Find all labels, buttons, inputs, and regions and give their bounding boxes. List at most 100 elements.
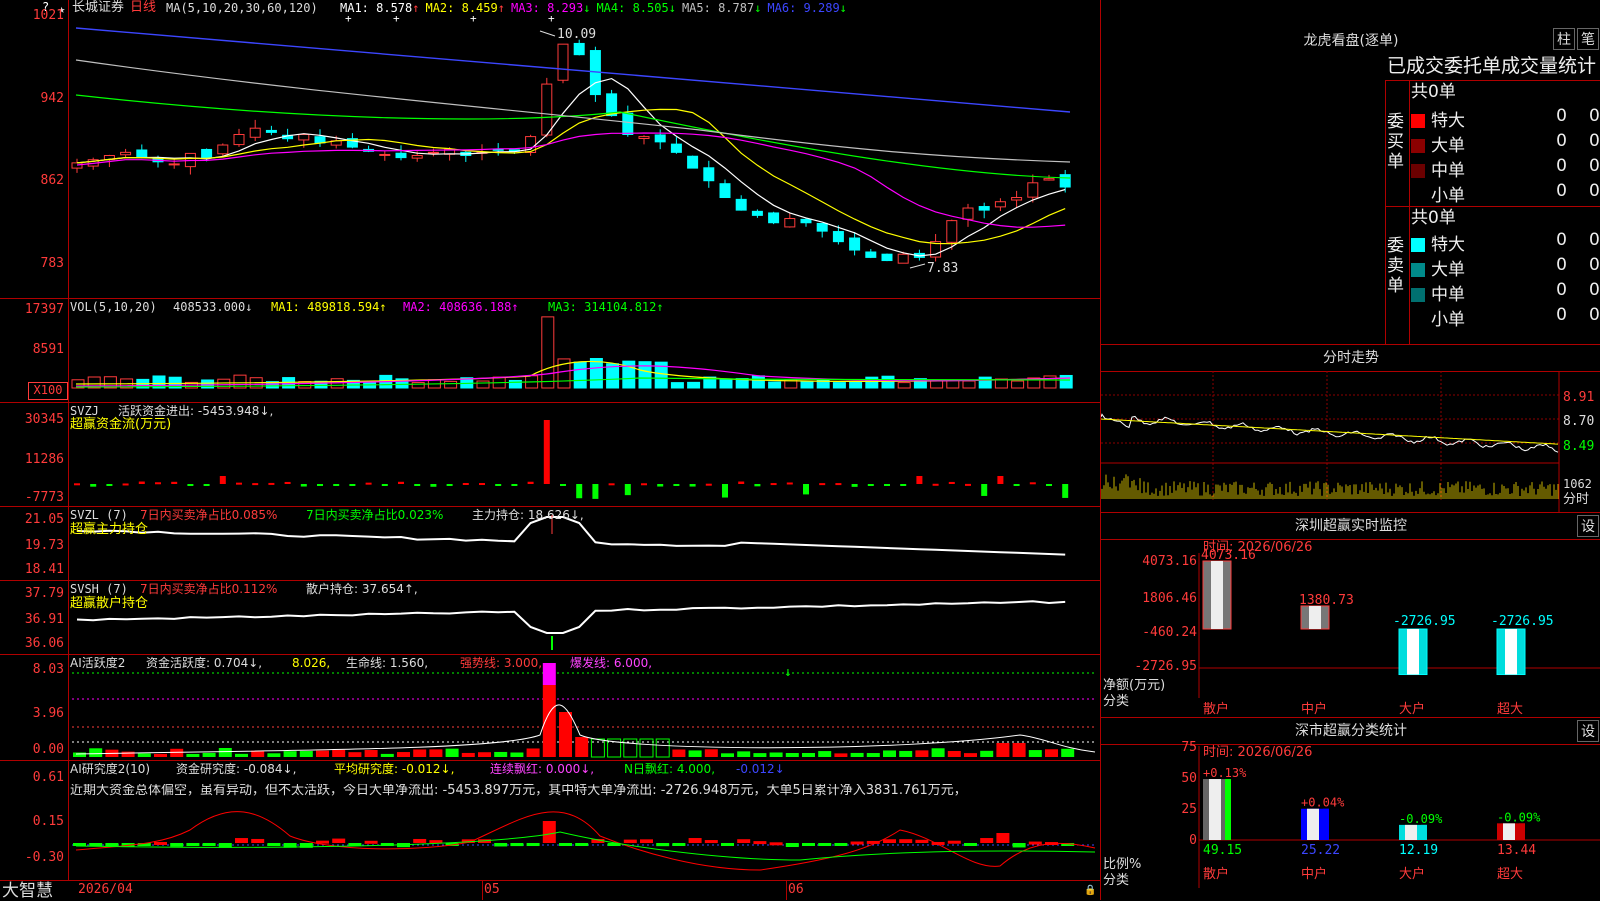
order-percent: 0% <box>1589 280 1600 300</box>
svzj-bar <box>705 483 712 486</box>
svzj-bar <box>560 484 566 486</box>
intraday-panel[interactable]: 分时走势 8.91 8.70 8.49 1062 分时 <box>1101 345 1600 513</box>
ma-arrow: ↓ <box>754 1 762 15</box>
svzj-bar <box>641 483 647 486</box>
ma-arrow: ↓ <box>583 1 591 15</box>
ai2-bar <box>235 838 248 843</box>
volume-bar <box>849 381 863 389</box>
ai2-bar <box>704 840 718 844</box>
y-axis-label: -0.30 <box>24 850 64 865</box>
svzj-bar <box>786 482 793 485</box>
ai1-bar <box>73 752 86 757</box>
y-axis-label: 18.41 <box>24 562 64 577</box>
ai1-bar <box>494 751 508 757</box>
candle-body <box>832 231 844 243</box>
candle-body <box>670 143 682 153</box>
panel-separator <box>0 880 1100 881</box>
order-percent: 0% <box>1589 305 1600 325</box>
svzj-bar <box>430 484 437 487</box>
svzj-bar <box>203 484 210 486</box>
kline-chart-area[interactable]: + + + + ↓ ★ 长城证券 日线 MA(5,10,20,30,60,120) M… <box>0 0 1100 900</box>
candle-body <box>897 253 909 264</box>
sz-stats-bar <box>1399 824 1427 840</box>
volume-bar <box>978 376 992 389</box>
order-row: 特大 0 0% <box>1411 106 1600 131</box>
ai1-bar <box>1028 750 1042 757</box>
ai1-bar <box>802 752 815 757</box>
bar-mode-button[interactable]: 柱 <box>1553 28 1575 50</box>
y-axis-line <box>68 0 69 880</box>
volume-bar <box>1011 380 1025 389</box>
ai2-bar <box>1028 841 1042 845</box>
candle-body <box>1011 197 1023 201</box>
order-percent: 0% <box>1589 255 1600 275</box>
order-percent: 0% <box>1589 156 1600 176</box>
ai2-bar <box>526 843 540 847</box>
y-axis-label: 942 <box>40 91 64 106</box>
svzj-bar <box>511 484 518 486</box>
help-icon[interactable]: ? <box>42 0 49 14</box>
order-row-name: 中单 <box>1411 156 1465 181</box>
order-row-name: 小单 <box>1411 305 1465 330</box>
lock-icon[interactable]: 🔒 <box>1084 884 1096 898</box>
svzj-bar <box>770 483 777 486</box>
bar-edge <box>1323 808 1329 840</box>
ai2-bar <box>996 833 1010 843</box>
candle-body <box>298 133 310 141</box>
svzj-bar <box>527 481 534 484</box>
ai1-bar <box>89 748 103 757</box>
ai2-bar <box>753 841 767 845</box>
ai1-bar <box>1012 743 1026 757</box>
order-count: 0 <box>1556 255 1567 275</box>
ai2-t3: 连续飘红: 0.000↓, <box>490 762 595 776</box>
candle-body <box>427 151 439 154</box>
candle-body <box>687 155 699 169</box>
y-axis-label: 0.61 <box>32 770 64 785</box>
tick-mode-button[interactable]: 笔 <box>1577 28 1599 50</box>
svzj-bar <box>608 483 615 486</box>
svzl-line <box>76 516 1066 556</box>
sz-stats-pct: +0.13% <box>1203 766 1247 780</box>
svzj-bar <box>122 483 129 486</box>
high-pointer <box>539 30 556 37</box>
vol-unit-badge[interactable]: X100 <box>28 382 68 400</box>
svzj-title: 活跃资金进出: -5453.948↓, <box>118 404 274 418</box>
ai1-bar <box>818 751 832 757</box>
y-axis-label: 11286 <box>24 452 64 467</box>
volume-bar <box>881 375 895 389</box>
ai1-bar <box>478 752 491 757</box>
ai2-t5: -0.012↓ <box>736 762 785 776</box>
candle-body <box>573 42 585 56</box>
candle-body <box>217 144 229 155</box>
sz-stats-bar <box>1497 823 1525 840</box>
ai1-t5: 爆发线: 6.000, <box>570 656 653 670</box>
sz-stats-pct: +0.04% <box>1301 796 1345 810</box>
sz-monitor-bar <box>1202 560 1232 630</box>
ai2-bar <box>364 840 378 844</box>
divider <box>1385 80 1600 81</box>
y-axis-label: 36.91 <box>24 612 64 627</box>
sz-stats-chart: 75 50 25 0 +0.13% 49.15 散户 +0.04% 25.22 中户 -0.09% 1… <box>1181 740 1600 888</box>
sz-monitor-y-label: -460.24 <box>1142 625 1197 640</box>
svzj-bar <box>106 484 113 486</box>
candle-body <box>136 149 148 159</box>
candle-body <box>865 251 877 258</box>
candle-body <box>120 151 132 156</box>
y-axis-label: 37.79 <box>24 586 64 601</box>
color-swatch-icon <box>1411 238 1425 252</box>
period-label[interactable]: 日线 <box>130 1 156 15</box>
candle-body <box>719 183 731 199</box>
svzj-bar <box>90 484 97 487</box>
sz-stats-panel: 深市超赢分类统计 设 时间: 2026/06/26 75 50 25 0 +0.13% 4… <box>1101 718 1600 900</box>
color-swatch-icon <box>1411 288 1425 302</box>
ai2-bar <box>785 843 799 848</box>
ai1-bar <box>1061 748 1075 757</box>
svzj-bar <box>300 484 307 487</box>
ai1-t1: 资金活跃度: 0.704↓, <box>146 656 263 670</box>
low-pointer <box>909 263 926 269</box>
candle-body <box>978 206 990 211</box>
intraday-price-line <box>1101 413 1559 453</box>
svzj-bar <box>689 484 696 487</box>
intraday-chart[interactable] <box>1101 345 1600 513</box>
y-axis-label: 0.15 <box>32 814 64 829</box>
